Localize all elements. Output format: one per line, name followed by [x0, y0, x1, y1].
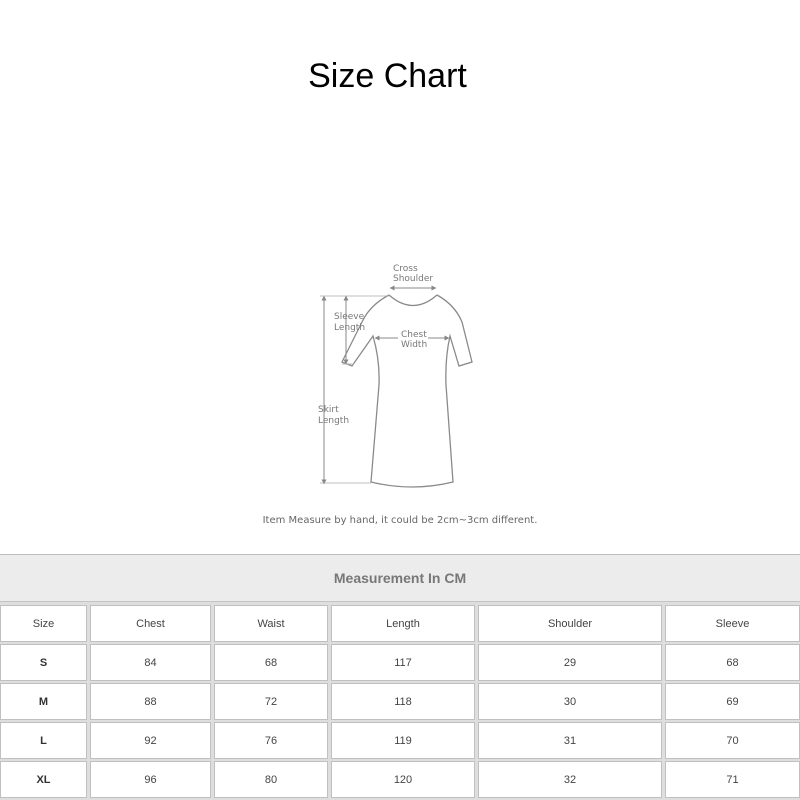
column-header-shoulder: Shoulder — [478, 605, 662, 642]
table-cell-length: 118 — [331, 683, 475, 720]
table-cell-chest: 96 — [90, 761, 211, 798]
table-cell-waist: 68 — [214, 644, 328, 681]
table-cell-chest: 88 — [90, 683, 211, 720]
table-cell-length: 119 — [331, 722, 475, 759]
skirt-length-label-1: Skirt — [318, 405, 339, 415]
measurement-note: Item Measure by hand, it could be 2cm~3c… — [262, 515, 538, 526]
table-cell-length: 117 — [331, 644, 475, 681]
size-table: Measurement In CM Size Chest Waist Length Sh… — [0, 554, 800, 800]
table-cell-size: S — [0, 644, 87, 681]
table-cell-size: M — [0, 683, 87, 720]
column-header-length: Length — [331, 605, 475, 642]
sleeve-length-label-1: Sleeve — [334, 312, 365, 322]
cross-shoulder-label-1: Cross — [393, 264, 418, 274]
dress-measurement-diagram: Cross Shoulder Sleeve Length Chest Width… — [318, 264, 473, 488]
table-cell-chest: 84 — [90, 644, 211, 681]
table-cell-sleeve: 70 — [665, 722, 800, 759]
column-header-waist: Waist — [214, 605, 328, 642]
cross-shoulder-label-2: Shoulder — [393, 274, 433, 284]
table-cell-size: L — [0, 722, 87, 759]
table-cell-size: XL — [0, 761, 87, 798]
table-cell-shoulder: 31 — [478, 722, 662, 759]
table-cell-waist: 76 — [214, 722, 328, 759]
table-cell-chest: 92 — [90, 722, 211, 759]
table-cell-sleeve: 69 — [665, 683, 800, 720]
table-cell-length: 120 — [331, 761, 475, 798]
table-cell-waist: 72 — [214, 683, 328, 720]
table-cell-sleeve: 68 — [665, 644, 800, 681]
sleeve-length-label-2: Length — [334, 323, 365, 333]
column-header-size: Size — [0, 605, 87, 642]
chest-width-label-2: Width — [401, 340, 427, 350]
column-header-sleeve: Sleeve — [665, 605, 800, 642]
table-cell-shoulder: 30 — [478, 683, 662, 720]
table-cell-shoulder: 32 — [478, 761, 662, 798]
table-cell-shoulder: 29 — [478, 644, 662, 681]
column-header-chest: Chest — [90, 605, 211, 642]
table-cell-waist: 80 — [214, 761, 328, 798]
skirt-length-label-2: Length — [318, 416, 349, 426]
chest-width-label-1: Chest — [401, 330, 427, 340]
table-cell-sleeve: 71 — [665, 761, 800, 798]
table-caption: Measurement In CM — [0, 554, 800, 602]
